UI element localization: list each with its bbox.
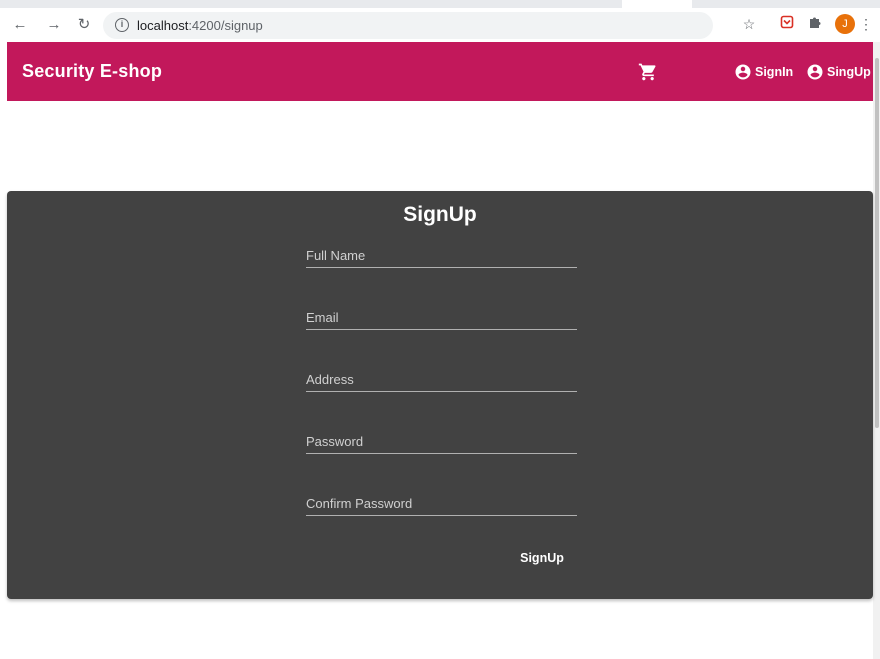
signup-label: SingUp (827, 65, 871, 79)
email-field[interactable] (306, 305, 577, 335)
address-input[interactable] (306, 367, 577, 391)
shopping-cart-icon[interactable] (637, 62, 659, 82)
full-name-input[interactable] (306, 243, 577, 267)
account-circle-icon (807, 64, 823, 80)
password-field[interactable] (306, 429, 577, 459)
kebab-menu-icon[interactable]: ⋮ (859, 15, 873, 33)
signup-card: SignUp SignUp (7, 191, 873, 599)
address-field[interactable] (306, 367, 577, 397)
app-toolbar: Security E-shop SignIn SingUp (7, 42, 873, 101)
url-text[interactable]: localhost:4200/signup (137, 18, 263, 33)
page-title: SignUp (403, 203, 477, 226)
signup-link[interactable]: SingUp (806, 63, 871, 81)
password-input[interactable] (306, 429, 577, 453)
arrow-right-icon[interactable]: → (44, 15, 64, 35)
confirm-password-field[interactable] (306, 491, 577, 521)
pocket-icon[interactable] (778, 15, 796, 33)
signin-label: SignIn (755, 65, 794, 79)
brand-title[interactable]: Security E-shop (22, 61, 162, 82)
full-name-field[interactable] (306, 243, 577, 273)
confirm-password-input[interactable] (306, 491, 577, 515)
account-circle-icon (735, 64, 751, 80)
address-bar[interactable]: i localhost:4200/signup (103, 12, 713, 39)
scrollbar-thumb[interactable] (875, 58, 879, 428)
arrow-left-icon[interactable]: ← (10, 15, 30, 35)
email-input[interactable] (306, 305, 577, 329)
signup-submit-button[interactable]: SignUp (512, 546, 572, 570)
info-icon[interactable]: i (115, 18, 129, 32)
tab-strip (0, 0, 880, 8)
star-icon[interactable]: ☆ (740, 15, 758, 33)
signin-link[interactable]: SignIn (734, 63, 793, 81)
puzzle-icon[interactable] (806, 15, 824, 33)
reload-icon[interactable]: ↻ (74, 15, 94, 35)
avatar[interactable]: J (835, 14, 855, 34)
browser-toolbar: ← → ↻ i localhost:4200/signup ☆ J ⋮ (0, 0, 880, 42)
